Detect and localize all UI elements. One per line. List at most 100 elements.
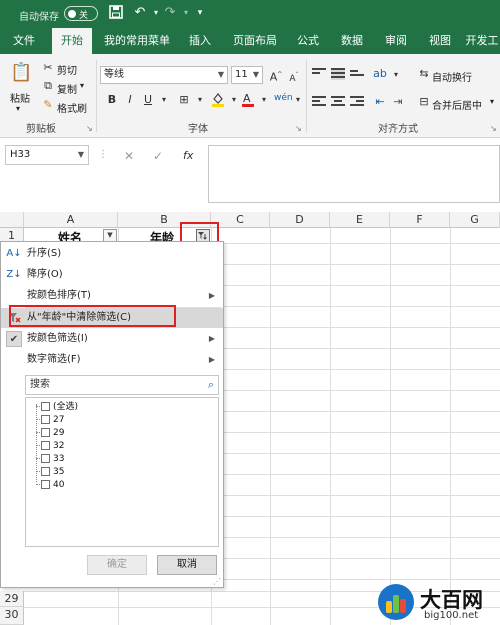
checkbox[interactable]: [41, 467, 50, 476]
alignment-dialog-launcher-icon[interactable]: ↘: [490, 124, 497, 133]
wrap-text-icon[interactable]: ⇆: [416, 66, 432, 82]
underline-dropdown-icon[interactable]: ▾: [156, 92, 172, 108]
sort-ascending-item[interactable]: A↓ 升序(S): [1, 244, 223, 264]
resize-grip-icon[interactable]: ⋰: [213, 577, 221, 586]
group-divider: [306, 60, 307, 132]
list-item[interactable]: 40: [36, 479, 64, 493]
list-item-select-all[interactable]: (全选): [36, 401, 78, 415]
cut-icon[interactable]: ✂: [40, 60, 56, 76]
column-header-g[interactable]: G: [450, 212, 500, 228]
align-top-icon[interactable]: [312, 68, 326, 80]
number-filter-item[interactable]: 数字筛选(F) ▶: [1, 350, 223, 370]
cancel-button[interactable]: 取消: [157, 555, 217, 575]
bold-button[interactable]: B: [104, 92, 120, 108]
align-bottom-icon[interactable]: [350, 70, 364, 82]
filter-search-input[interactable]: 搜索 ⌕: [25, 375, 219, 395]
format-painter-icon[interactable]: ✎: [40, 97, 56, 113]
increase-font-icon[interactable]: A^: [268, 67, 284, 84]
checkbox[interactable]: [41, 454, 50, 463]
filter-value-list[interactable]: (全选) 27 29 32 33 35 40: [25, 397, 219, 547]
merge-center-icon[interactable]: ⊟: [416, 94, 432, 110]
sort-by-color-item[interactable]: 按颜色排序(T) ▶: [1, 286, 223, 306]
insert-function-button[interactable]: fx: [183, 149, 193, 162]
paste-dropdown-icon[interactable]: ▾: [16, 104, 20, 113]
copy-button[interactable]: 复制: [57, 81, 77, 96]
tab-view[interactable]: 视图: [422, 28, 458, 54]
format-painter-button[interactable]: 格式刷: [57, 100, 87, 115]
phonetic-dropdown-icon[interactable]: ▾: [290, 92, 306, 108]
ok-button[interactable]: 确定: [87, 555, 147, 575]
sort-descending-item[interactable]: Z↓ 降序(O): [1, 265, 223, 285]
merge-dropdown-icon[interactable]: ▾: [490, 97, 494, 106]
column-header-a[interactable]: A: [24, 212, 118, 228]
copy-icon[interactable]: ⧉: [40, 78, 56, 94]
autosave-toggle[interactable]: 关: [64, 6, 98, 21]
row-header-30[interactable]: 30: [0, 607, 24, 625]
decrease-font-icon[interactable]: Aˇ: [286, 68, 302, 84]
list-item[interactable]: 35: [36, 466, 64, 480]
checkbox[interactable]: [41, 428, 50, 437]
customize-toolbar-icon[interactable]: ▾: [192, 5, 208, 21]
orientation-icon[interactable]: ab: [372, 66, 388, 82]
column-header-e[interactable]: E: [330, 212, 390, 228]
align-center-icon[interactable]: [331, 96, 345, 108]
underline-button[interactable]: U: [140, 92, 156, 108]
search-icon[interactable]: ⌕: [208, 376, 214, 394]
clipboard-dialog-launcher-icon[interactable]: ↘: [86, 124, 93, 133]
checkbox[interactable]: [41, 415, 50, 424]
name-box[interactable]: H33 ▼: [5, 145, 89, 165]
row-header-29[interactable]: 29: [0, 591, 24, 607]
sort-by-color-label: 按颜色排序(T): [27, 290, 91, 301]
tab-developer[interactable]: 开发工: [464, 28, 500, 54]
align-middle-icon[interactable]: [331, 68, 345, 80]
align-right-icon[interactable]: [350, 96, 364, 108]
tab-formulas[interactable]: 公式: [290, 28, 326, 54]
font-size-select[interactable]: 11 ▼: [231, 66, 263, 84]
undo-icon[interactable]: ↶: [132, 5, 148, 21]
list-item[interactable]: 32: [36, 440, 64, 454]
cancel-icon[interactable]: ✕: [124, 149, 134, 163]
filter-by-color-item[interactable]: ✔ 按颜色筛选(I) ▶: [1, 329, 223, 349]
phonetic-icon[interactable]: wén: [274, 90, 293, 106]
tab-data[interactable]: 数据: [334, 28, 370, 54]
font-dialog-launcher-icon[interactable]: ↘: [295, 124, 302, 133]
formula-input[interactable]: [208, 145, 500, 203]
list-item[interactable]: 33: [36, 453, 64, 467]
column-header-f[interactable]: F: [390, 212, 450, 228]
italic-button[interactable]: I: [122, 92, 138, 108]
column-header-d[interactable]: D: [270, 212, 330, 228]
list-item[interactable]: 27: [36, 414, 64, 428]
cut-button[interactable]: 剪切: [57, 62, 77, 77]
font-color-icon[interactable]: A: [240, 91, 256, 107]
select-all-corner[interactable]: [0, 212, 24, 228]
tab-insert[interactable]: 插入: [182, 28, 218, 54]
wrap-text-button[interactable]: 自动换行: [432, 69, 472, 84]
tab-my-menu[interactable]: 我的常用菜单: [100, 28, 174, 54]
checkbox[interactable]: [41, 480, 50, 489]
merge-center-button[interactable]: 合并后居中: [432, 97, 482, 112]
checkmark-icon: ✔: [6, 331, 22, 347]
redo-icon[interactable]: ↷: [162, 5, 178, 21]
save-icon[interactable]: [108, 5, 124, 21]
tab-page-layout[interactable]: 页面布局: [228, 28, 282, 54]
tab-review[interactable]: 审阅: [378, 28, 414, 54]
decrease-indent-icon[interactable]: ⇤: [372, 94, 388, 110]
tab-file[interactable]: 文件: [6, 28, 42, 54]
paste-icon[interactable]: 📋: [10, 62, 32, 84]
font-name-select[interactable]: 等线 ▼: [100, 66, 228, 84]
align-left-icon[interactable]: [312, 96, 326, 108]
checkbox[interactable]: [41, 402, 50, 411]
tab-home[interactable]: 开始: [52, 28, 92, 54]
column-header-c[interactable]: C: [211, 212, 270, 228]
enter-icon[interactable]: ✓: [153, 149, 163, 163]
fill-color-icon[interactable]: [210, 91, 226, 107]
font-color-dropdown-icon[interactable]: ▾: [256, 92, 272, 108]
copy-dropdown-icon[interactable]: ▾: [80, 81, 84, 90]
list-item[interactable]: 29: [36, 427, 64, 441]
border-dropdown-icon[interactable]: ▾: [192, 92, 208, 108]
orientation-dropdown-icon[interactable]: ▾: [388, 67, 404, 83]
border-icon[interactable]: ⊞: [176, 92, 192, 108]
checkbox[interactable]: [41, 441, 50, 450]
increase-indent-icon[interactable]: ⇥: [390, 94, 406, 110]
paste-button[interactable]: 粘贴: [10, 90, 30, 105]
